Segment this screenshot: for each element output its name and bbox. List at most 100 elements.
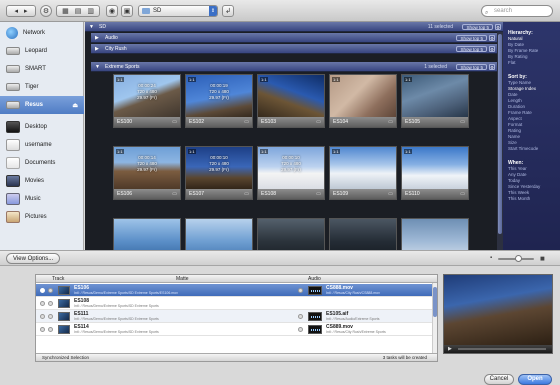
table-row[interactable]: ES114 Intl: / Resus/Demo/Extreme Sports/…: [36, 323, 437, 336]
disclosure-triangle-icon[interactable]: ▼: [89, 22, 94, 32]
sidebar-item-resus[interactable]: Resus ⏏: [0, 96, 84, 114]
column-header-track[interactable]: Track: [52, 275, 64, 283]
clip-tag: 1:1: [188, 77, 196, 82]
zoom-in-icon[interactable]: ■: [540, 254, 545, 263]
column-header-matte[interactable]: Matte: [176, 275, 189, 283]
show-top-button[interactable]: Show top 5: [456, 35, 487, 41]
clip-thumbnail[interactable]: 1:1 00:00:10 720 x 480 29.97 (Fr) ES108 ▭: [257, 146, 325, 200]
clip-thumbnail[interactable]: 1:1 ES103 ▭: [257, 74, 325, 128]
clip-thumbnail[interactable]: 1:1 00:00:14 720 x 480 29.97 (Fr) ES106 ▭: [113, 146, 181, 200]
clip-thumbnail[interactable]: 1:1 ES104 ▭: [329, 74, 397, 128]
sidebar-item-smart[interactable]: SMART: [0, 60, 84, 78]
clip-caption-bar: ES102 ▭: [186, 117, 252, 127]
gear-icon[interactable]: ⚙: [495, 24, 501, 30]
reveal-button[interactable]: ↲: [222, 5, 234, 17]
search-input[interactable]: ⌕ search: [481, 5, 553, 17]
scrollbar-knob[interactable]: [498, 34, 502, 234]
clip-thumbnail[interactable]: 1:1 ES105 ▭: [401, 74, 469, 128]
table-row[interactable]: ES111 Intl: / Resus/Demo/Extreme Sports/…: [36, 310, 437, 323]
zoom-slider-thumb[interactable]: [515, 255, 522, 262]
when-option[interactable]: This Month: [508, 196, 555, 202]
gear-icon[interactable]: ⚙: [489, 46, 495, 52]
group-header-city-rush[interactable]: ▶ City Rush Show top 5 ⚙: [91, 44, 497, 54]
row-radio[interactable]: [298, 327, 303, 332]
quicklook-button[interactable]: ▣: [121, 5, 133, 17]
sidebar-item-pictures[interactable]: Pictures: [0, 208, 84, 226]
clip-thumbnail[interactable]: [257, 218, 325, 250]
back-arrow-icon[interactable]: ◂: [14, 7, 18, 15]
disclosure-triangle-icon[interactable]: ▶: [95, 44, 99, 54]
view-options-button[interactable]: View Options...: [6, 253, 61, 264]
preview-scrubber[interactable]: [458, 348, 546, 350]
clip-thumbnail[interactable]: 1:1 00:00:24 720 x 480 29.97 (Fr) ES100 ▭: [113, 74, 181, 128]
row-radio[interactable]: [40, 314, 45, 319]
sidebar-item-movies[interactable]: Movies: [0, 172, 84, 190]
sidebar-item-music[interactable]: Music: [0, 190, 84, 208]
group-header-audio[interactable]: ▶ Audio Show top 5 ⚙: [91, 33, 497, 43]
open-button[interactable]: Open: [518, 374, 552, 385]
row-radio[interactable]: [48, 301, 53, 306]
clip-thumbnail[interactable]: [401, 218, 469, 250]
clip-image: [186, 219, 252, 250]
column-view-button[interactable]: ▥: [87, 7, 94, 15]
table-row[interactable]: ES106 Intl: / Resus/Demo/Extreme Sports/…: [36, 284, 437, 297]
gear-icon[interactable]: ⚙: [489, 64, 495, 70]
row-radio[interactable]: [40, 327, 45, 332]
row-radio[interactable]: [298, 288, 303, 293]
icon-view-button[interactable]: ▦: [62, 7, 69, 15]
group-header-sd[interactable]: ▼ SD 11 selected Show top 5 ⚙: [85, 22, 503, 32]
row-radio[interactable]: [40, 301, 45, 306]
clip-thumbnail[interactable]: 1:1 ES109 ▭: [329, 146, 397, 200]
sidebar-item-label: Movies: [25, 178, 45, 184]
disclosure-triangle-icon[interactable]: ▶: [95, 33, 99, 43]
show-top-button[interactable]: Show top 5: [462, 24, 493, 30]
info-button[interactable]: ◉: [106, 5, 118, 17]
clip-thumbnail[interactable]: 1:1 00:00:10 720 x 480 29.97 (Fr) ES107 ▭: [185, 146, 253, 200]
cancel-button[interactable]: Cancel: [484, 374, 514, 385]
clip-thumbnail[interactable]: [185, 218, 253, 250]
list-view-button[interactable]: ▤: [75, 7, 82, 15]
movies-icon: [6, 175, 20, 187]
sidebar-item-network[interactable]: Network: [0, 24, 84, 42]
show-top-button[interactable]: Show top 5: [456, 64, 487, 70]
task-table: Track Matte Audio ES106 Intl: / Resus/De…: [35, 274, 438, 362]
disclosure-triangle-icon[interactable]: ▼: [95, 62, 100, 72]
gear-icon[interactable]: ⚙: [489, 35, 495, 41]
group-header-extreme-sports[interactable]: ▼ Extreme Sports 1 selected Show top 5 ⚙: [91, 62, 497, 72]
group-label: Audio: [105, 35, 118, 41]
view-mode-control[interactable]: ▦ ▤ ▥: [56, 5, 100, 17]
hierarchy-option[interactable]: Flat: [508, 60, 555, 66]
clip-thumbnail[interactable]: [329, 218, 397, 250]
back-forward-control[interactable]: ◂ ▸: [6, 5, 36, 17]
clip-caption-bar: ES105 ▭: [402, 117, 468, 127]
eject-icon[interactable]: ⏏: [72, 102, 78, 109]
clip-thumbnail-icon: [58, 312, 70, 321]
clip-thumbnail[interactable]: 1:1 ES110 ▭: [401, 146, 469, 200]
row-radio[interactable]: [48, 288, 53, 293]
row-radio[interactable]: [298, 314, 303, 319]
sidebar-item-documents[interactable]: Documents: [0, 154, 84, 172]
action-gear-button[interactable]: ⚙: [40, 5, 52, 17]
table-row[interactable]: ES108 Intl: / Resus/Demo/Extreme Sports/…: [36, 297, 437, 310]
sidebar-item-tiger[interactable]: Tiger: [0, 78, 84, 96]
table-scrollbar[interactable]: [432, 283, 437, 355]
row-radio[interactable]: [40, 288, 45, 293]
sidebar-item-username[interactable]: username: [0, 136, 84, 154]
play-icon[interactable]: ▶: [448, 346, 452, 352]
show-top-button[interactable]: Show top 5: [456, 46, 487, 52]
scrollbar-knob[interactable]: [433, 287, 437, 317]
sidebar-item-desktop[interactable]: Desktop: [0, 118, 84, 136]
column-header-audio[interactable]: Audio: [308, 275, 321, 283]
sort-option[interactable]: Start Timecode: [508, 146, 555, 152]
clip-thumbnail[interactable]: 1:1 00:00:19 720 x 480 29.97 (Fr) ES102 ▭: [185, 74, 253, 128]
row-radio[interactable]: [48, 327, 53, 332]
row-radio[interactable]: [48, 314, 53, 319]
forward-arrow-icon[interactable]: ▸: [24, 7, 28, 15]
clip-metadata: 00:00:10 720 x 480 29.97 (Fr): [281, 155, 301, 172]
popup-arrows-icon: ⇕: [209, 6, 217, 16]
zoom-out-icon[interactable]: ▪: [490, 255, 492, 261]
sidebar-item-leopard[interactable]: Leopard: [0, 42, 84, 60]
path-popup[interactable]: SD ⇕: [138, 5, 218, 17]
clip-thumbnail[interactable]: [113, 218, 181, 250]
clip-tag: 1:1: [188, 149, 196, 154]
